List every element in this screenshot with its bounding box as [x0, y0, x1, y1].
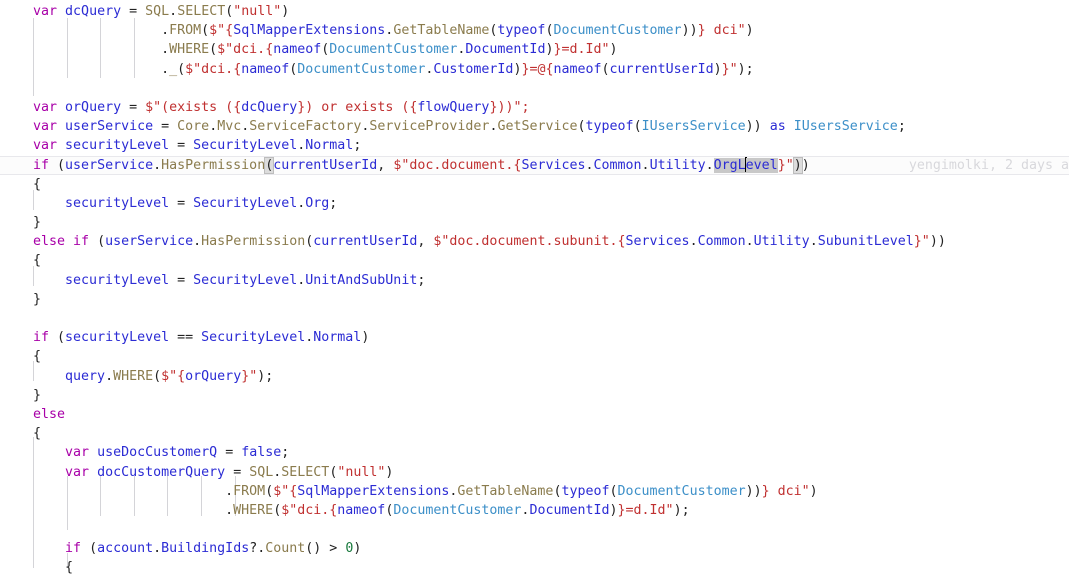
code-line-text: var userService = Core.Mvc.ServiceFactor…: [33, 119, 906, 135]
git-blame-annotation[interactable]: yengimolki, 2 days a: [909, 156, 1069, 175]
code-line-text: .FROM($"{SqlMapperExtensions.GetTableNam…: [161, 23, 754, 39]
code-line[interactable]: if (account.BuildingIds?.Count() > 0): [0, 539, 1069, 558]
code-line-text: }: [33, 387, 42, 403]
code-line-text: var useDocCustomerQ = false;: [65, 445, 290, 461]
matching-paren-close: ): [792, 156, 803, 174]
code-line-text: {: [33, 176, 42, 192]
code-line[interactable]: }: [0, 386, 1069, 405]
code-line[interactable]: [0, 309, 1069, 328]
code-line[interactable]: .FROM($"{SqlMapperExtensions.GetTableNam…: [0, 482, 1069, 501]
code-line[interactable]: var orQuery = $"(exists ({dcQuery}) or e…: [0, 98, 1069, 117]
code-line[interactable]: query.WHERE($"{orQuery}");: [0, 367, 1069, 386]
code-line-text: var dcQuery = SQL.SELECT("null"): [33, 4, 290, 19]
code-line[interactable]: [0, 520, 1069, 539]
code-line-text: if (account.BuildingIds?.Count() > 0): [65, 541, 362, 557]
code-line-text: else: [33, 406, 66, 422]
code-line[interactable]: {: [0, 558, 1069, 577]
code-line-text: ._($"dci.{nameof(DocumentCustomer.Custom…: [161, 61, 754, 77]
code-line-text: .WHERE($"dci.{nameof(DocumentCustomer.Do…: [225, 502, 690, 518]
code-line[interactable]: [0, 79, 1069, 98]
code-line-text: if (userService.HasPermission(currentUse…: [33, 156, 810, 174]
code-line-current[interactable]: if (userService.HasPermission(currentUse…: [0, 155, 1069, 175]
code-line-text: {: [33, 426, 42, 442]
code-line-text: securityLevel = SecurityLevel.Org;: [65, 195, 338, 211]
code-line[interactable]: {: [0, 251, 1069, 270]
selected-token[interactable]: OrgL: [713, 157, 746, 173]
code-line-text: else if (userService.HasPermission(curre…: [33, 234, 946, 250]
code-line[interactable]: }: [0, 290, 1069, 309]
code-line[interactable]: var dcQuery = SQL.SELECT("null"): [0, 2, 1069, 21]
code-line-text: query.WHERE($"{orQuery}");: [65, 368, 274, 384]
code-line-text: }: [33, 291, 42, 307]
code-line[interactable]: .WHERE($"dci.{nameof(DocumentCustomer.Do…: [0, 501, 1069, 520]
code-line[interactable]: if (securityLevel == SecurityLevel.Norma…: [0, 328, 1069, 347]
code-line[interactable]: var securityLevel = SecurityLevel.Normal…: [0, 136, 1069, 155]
code-line[interactable]: var docCustomerQuery = SQL.SELECT("null"…: [0, 463, 1069, 482]
code-line[interactable]: {: [0, 175, 1069, 194]
code-line-text: .WHERE($"dci.{nameof(DocumentCustomer.Do…: [161, 42, 618, 58]
code-line[interactable]: .FROM($"{SqlMapperExtensions.GetTableNam…: [0, 21, 1069, 40]
code-line-text: var orQuery = $"(exists ({dcQuery}) or e…: [33, 99, 530, 115]
code-line[interactable]: var userService = Core.Mvc.ServiceFactor…: [0, 117, 1069, 136]
code-line-text: }: [33, 215, 42, 231]
code-line[interactable]: var useDocCustomerQ = false;: [0, 443, 1069, 462]
code-line-text: {: [65, 560, 74, 576]
code-line-text: .FROM($"{SqlMapperExtensions.GetTableNam…: [225, 483, 818, 499]
code-line[interactable]: }: [0, 213, 1069, 232]
code-line-text: var docCustomerQuery = SQL.SELECT("null"…: [65, 464, 394, 480]
code-line[interactable]: else if (userService.HasPermission(curre…: [0, 232, 1069, 251]
code-line[interactable]: {: [0, 347, 1069, 366]
code-line[interactable]: securityLevel = SecurityLevel.Org;: [0, 194, 1069, 213]
code-line[interactable]: .WHERE($"dci.{nameof(DocumentCustomer.Do…: [0, 40, 1069, 59]
code-line[interactable]: else: [0, 405, 1069, 424]
code-line[interactable]: ._($"dci.{nameof(DocumentCustomer.Custom…: [0, 60, 1069, 79]
code-line-text: var securityLevel = SecurityLevel.Normal…: [33, 138, 362, 154]
code-line[interactable]: {: [0, 424, 1069, 443]
code-line-text: securityLevel = SecurityLevel.UnitAndSub…: [65, 272, 426, 288]
selected-token[interactable]: evel: [745, 157, 778, 173]
code-surface[interactable]: var dcQuery = SQL.SELECT("null") .FROM($…: [0, 2, 1069, 578]
code-line-text: {: [33, 253, 42, 269]
code-line-text: {: [33, 349, 42, 365]
code-line[interactable]: securityLevel = SecurityLevel.UnitAndSub…: [0, 271, 1069, 290]
code-line-text: if (securityLevel == SecurityLevel.Norma…: [33, 330, 370, 346]
code-editor[interactable]: var dcQuery = SQL.SELECT("null") .FROM($…: [0, 0, 1069, 575]
